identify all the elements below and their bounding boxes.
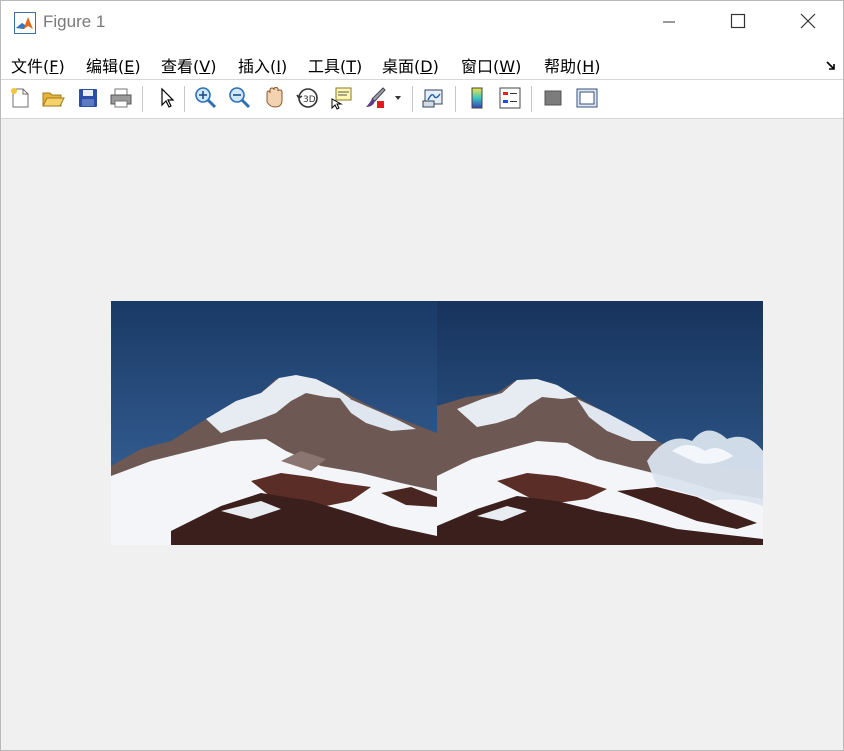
- menu-insert[interactable]: 插入(I): [238, 53, 287, 77]
- window-title: Figure 1: [43, 12, 106, 31]
- maximize-button[interactable]: [703, 1, 773, 45]
- toolbar-separator: [142, 86, 143, 112]
- toolbar-separator: [531, 86, 532, 112]
- save-icon[interactable]: [75, 85, 101, 111]
- dock-arrow-icon[interactable]: [825, 57, 837, 70]
- minimize-icon: [662, 14, 676, 33]
- menu-view[interactable]: 查看(V): [161, 53, 216, 77]
- mountain-image-right: [437, 301, 763, 545]
- toolbar-separator: [184, 86, 185, 112]
- insert-colorbar-icon[interactable]: [464, 85, 490, 111]
- insert-legend-icon[interactable]: [497, 85, 523, 111]
- zoom-out-icon[interactable]: [227, 85, 253, 111]
- close-button[interactable]: [773, 1, 843, 45]
- edit-plot-arrow-icon[interactable]: [153, 85, 179, 111]
- menu-window[interactable]: 窗口(W): [461, 53, 521, 77]
- menu-edit[interactable]: 编辑(E): [86, 53, 141, 77]
- print-icon[interactable]: [108, 85, 134, 111]
- figure-toolbar: 3D: [1, 80, 843, 119]
- figure-canvas[interactable]: [1, 119, 843, 750]
- link-plot-icon[interactable]: [421, 85, 447, 111]
- title-bar[interactable]: Figure 1: [1, 1, 843, 45]
- figure-window: Figure 1 文件(F) 编辑(E) 查看(V) 插入(I) 工具(T) 桌…: [0, 0, 844, 751]
- brush-dropdown-icon[interactable]: [392, 85, 404, 111]
- mountain-image-left: [111, 301, 437, 545]
- minimize-button[interactable]: [634, 1, 704, 45]
- maximize-icon: [730, 13, 746, 33]
- toolbar-separator: [455, 86, 456, 112]
- menu-tools[interactable]: 工具(T): [308, 53, 362, 77]
- open-file-icon[interactable]: [40, 85, 66, 111]
- hide-plot-tools-icon[interactable]: [540, 85, 566, 111]
- new-figure-icon[interactable]: [7, 85, 33, 111]
- matlab-logo-icon: [14, 12, 36, 34]
- svg-text:3D: 3D: [303, 95, 316, 105]
- close-icon: [800, 13, 816, 33]
- brush-icon[interactable]: [363, 85, 389, 111]
- menu-help[interactable]: 帮助(H): [544, 53, 601, 77]
- menu-file[interactable]: 文件(F): [11, 53, 65, 77]
- toolbar-separator: [412, 86, 413, 112]
- zoom-in-icon[interactable]: [193, 85, 219, 111]
- pan-hand-icon[interactable]: [261, 85, 287, 111]
- menu-bar: 文件(F) 编辑(E) 查看(V) 插入(I) 工具(T) 桌面(D) 窗口(W…: [1, 45, 843, 80]
- rotate-3d-icon[interactable]: 3D: [295, 85, 321, 111]
- show-plot-tools-icon[interactable]: [574, 85, 600, 111]
- data-cursor-icon[interactable]: [329, 85, 355, 111]
- menu-desktop[interactable]: 桌面(D): [382, 53, 439, 77]
